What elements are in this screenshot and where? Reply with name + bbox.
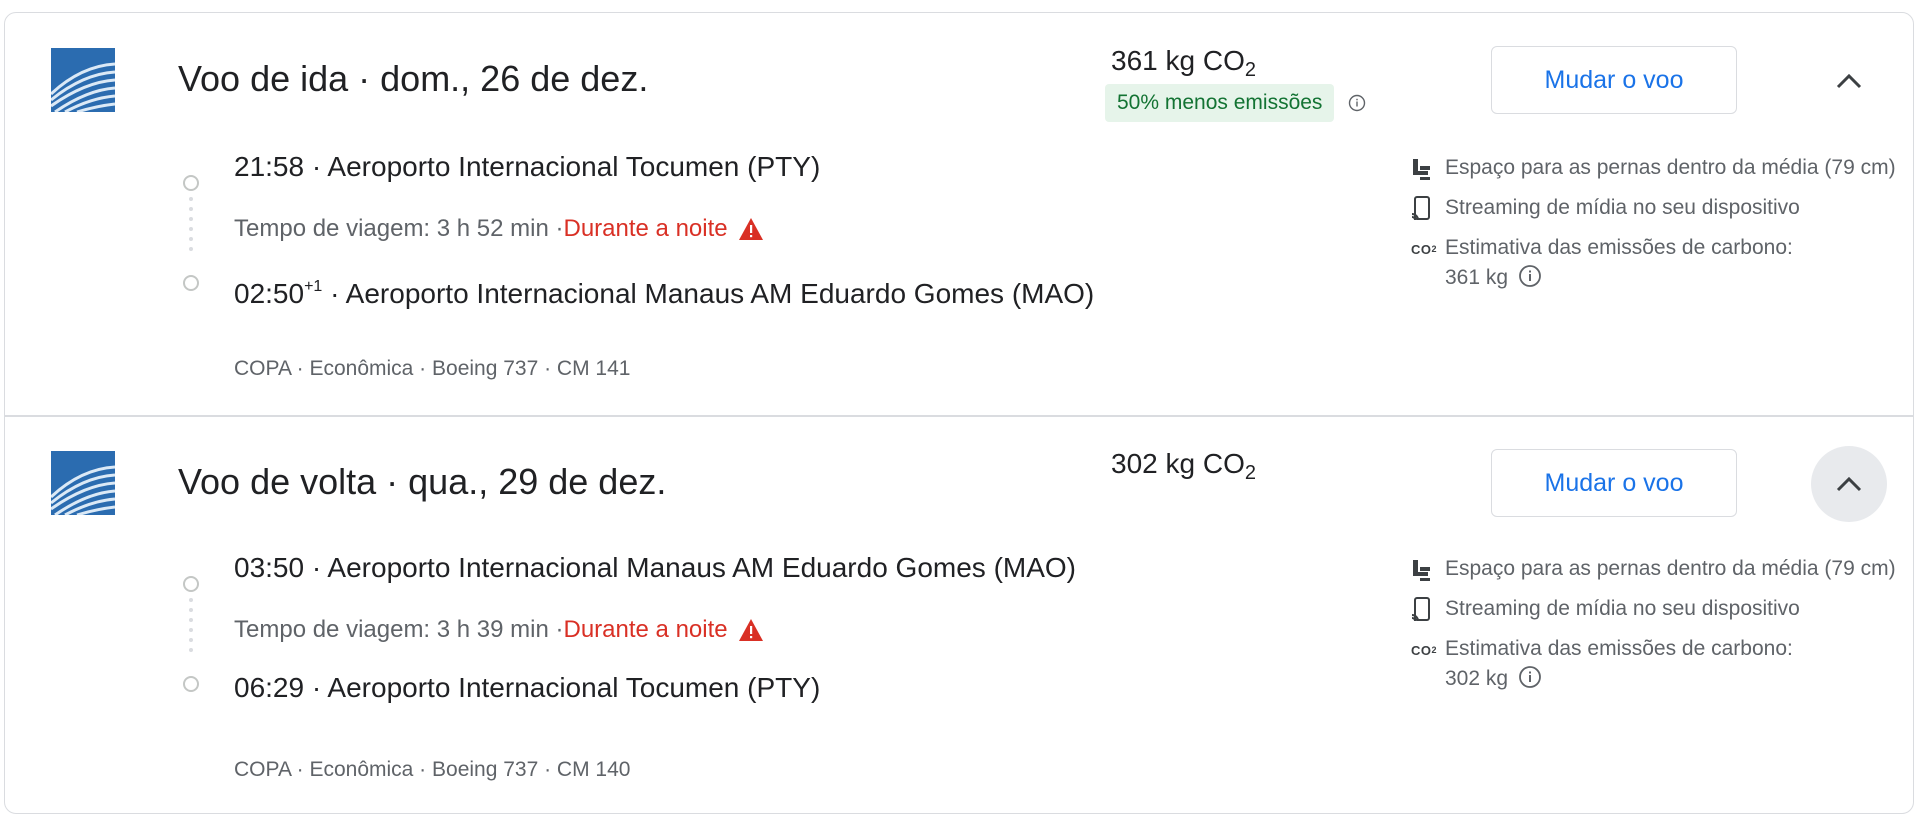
warning-icon (738, 619, 763, 641)
emissions-reduction: 50% menos emissões (1105, 84, 1366, 122)
info-icon[interactable] (1518, 264, 1542, 288)
departure-dot (183, 175, 199, 191)
arrival-info: 02:50+1 · Aeroporto Internacional Manaus… (234, 278, 1095, 309)
arrival-dot (183, 275, 199, 291)
departure-dot (183, 576, 199, 592)
travel-time: Tempo de viagem: 3 h 52 min · Durante a … (234, 213, 764, 245)
overnight-warning: Durante a noite (563, 215, 728, 242)
flight-title: Voo de ida · dom., 26 de dez. (178, 58, 649, 99)
info-icon[interactable] (1518, 665, 1542, 689)
change-flight-button[interactable]: Mudar o voo (1491, 449, 1737, 517)
co2-emissions: 361 kg CO2 (1111, 45, 1256, 81)
airline-logo (51, 48, 115, 112)
arrival-dot (183, 676, 199, 692)
flight-details: COPA · Econômica · Boeing 737 · CM 140 (234, 758, 631, 781)
amenity-streaming: Streaming de mídia no seu dispositivo (1405, 193, 1905, 225)
outbound-flight-section: Voo de ida · dom., 26 de dez. 361 kg CO2… (5, 13, 1913, 414)
timeline-dots (189, 197, 193, 257)
co2-emissions: 302 kg CO2 (1111, 448, 1256, 484)
co2-icon: CO 2 (1411, 642, 1438, 658)
airline-logo (51, 451, 115, 515)
return-flight-section: Voo de volta · qua., 29 de dez. 302 kg C… (5, 416, 1913, 817)
timeline-dots (189, 598, 193, 658)
collapse-button[interactable] (1811, 43, 1887, 119)
travel-time: Tempo de viagem: 3 h 39 min · Durante a … (234, 614, 764, 646)
warning-icon (738, 218, 763, 240)
seat-icon (1405, 153, 1445, 185)
amenity-legroom: Espaço para as pernas dentro da média (7… (1405, 153, 1905, 185)
departure-info: 03:50 · Aeroporto Internacional Manaus A… (234, 552, 1076, 583)
overnight-warning: Durante a noite (563, 616, 728, 643)
amenity-streaming: Streaming de mídia no seu dispositivo (1405, 594, 1905, 626)
emissions-badge: 50% menos emissões (1105, 84, 1335, 122)
amenity-legroom: Espaço para as pernas dentro da média (7… (1405, 554, 1905, 586)
flight-title: Voo de volta · qua., 29 de dez. (178, 461, 667, 502)
seat-icon (1405, 554, 1445, 586)
chevron-up-icon (1836, 476, 1862, 492)
amenities-list: Espaço para as pernas dentro da média (7… (1405, 153, 1905, 301)
flight-details-card: Voo de ida · dom., 26 de dez. 361 kg CO2… (4, 12, 1914, 814)
phone-stream-icon (1405, 193, 1445, 225)
departure-info: 21:58 · Aeroporto Internacional Tocumen … (234, 151, 821, 182)
amenity-emissions: CO 2 Estimativa das emissões de carbono: 3… (1405, 233, 1905, 293)
amenity-emissions: CO 2 Estimativa das emissões de carbono: 3… (1405, 634, 1905, 694)
amenities-list: Espaço para as pernas dentro da média (7… (1405, 554, 1905, 702)
co2-icon: CO 2 (1411, 241, 1438, 257)
arrival-info: 06:29 · Aeroporto Internacional Tocumen … (234, 672, 821, 703)
change-flight-button[interactable]: Mudar o voo (1491, 46, 1737, 114)
collapse-button[interactable] (1811, 446, 1887, 522)
chevron-up-icon (1836, 73, 1862, 89)
info-icon[interactable] (1348, 94, 1366, 112)
flight-details: COPA · Econômica · Boeing 737 · CM 141 (234, 357, 631, 380)
phone-stream-icon (1405, 594, 1445, 626)
